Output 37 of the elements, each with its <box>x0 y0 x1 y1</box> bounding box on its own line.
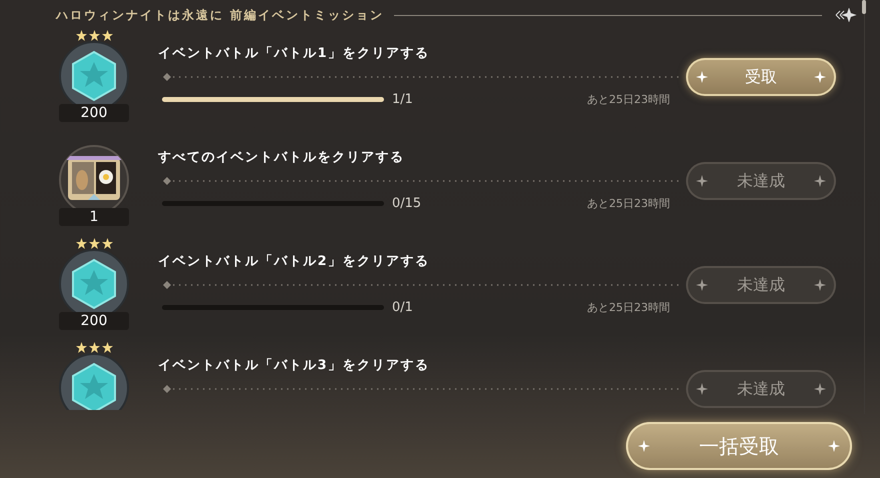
scrollbar[interactable] <box>862 0 866 14</box>
star-icon <box>102 30 113 41</box>
star-icon <box>76 30 87 41</box>
progress-count: 0/15 <box>392 196 422 210</box>
star-icon <box>89 238 100 249</box>
mission-title: イベントバトル「バトル3」をクリアする <box>158 357 431 375</box>
sparkle-icon <box>696 71 708 83</box>
progress-count: 1/1 <box>392 92 414 106</box>
progress-count: 0/1 <box>392 300 414 314</box>
sparkle-icon <box>696 279 708 291</box>
gem-icon <box>58 352 130 410</box>
claim-all-button[interactable]: 一括受取 <box>626 422 852 470</box>
sparkle-icon <box>696 175 708 187</box>
time-remaining: あと25日23時間 <box>587 92 670 106</box>
star-icon <box>76 238 87 249</box>
sparkle-icon <box>814 71 826 83</box>
reward-count: 1 <box>59 208 129 226</box>
star-icon <box>102 342 113 353</box>
time-remaining: あと25日23時間 <box>587 196 670 210</box>
mission-title: すべてのイベントバトルをクリアする <box>158 149 406 167</box>
claim-button[interactable]: 受取 <box>686 58 836 96</box>
section-title: ハロウィンナイトは永遠に 前編イベントミッション <box>56 6 384 24</box>
star-icon <box>102 238 113 249</box>
sparkle-icon <box>638 440 650 452</box>
mission-title: イベントバトル「バトル2」をクリアする <box>158 253 431 271</box>
mission-title: イベントバトル「バトル1」をクリアする <box>158 45 431 63</box>
sparkle-icon <box>814 383 826 395</box>
reward-count: 200 <box>59 312 129 330</box>
star-icon <box>76 342 87 353</box>
star-icon <box>89 342 100 353</box>
sparkle-icon <box>814 279 826 291</box>
reward-count: 200 <box>59 104 129 122</box>
sparkle-icon <box>828 440 840 452</box>
sparkle-icon <box>696 383 708 395</box>
star-icon <box>89 30 100 41</box>
sparkle-icon <box>814 175 826 187</box>
time-remaining: あと25日23時間 <box>587 300 670 314</box>
